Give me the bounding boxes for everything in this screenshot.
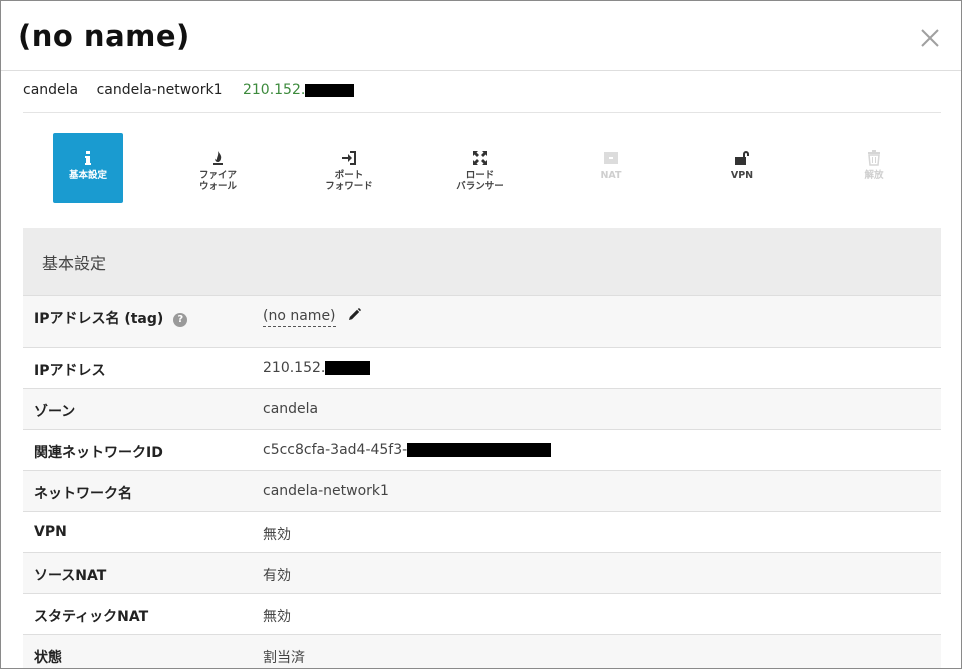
row-value: candela [263, 401, 319, 417]
dialog-header: (no name) [1, 1, 961, 71]
info-icon [85, 151, 91, 165]
expand-icon [473, 151, 487, 165]
row-value: c5cc8cfa-3ad4-45f3- [263, 442, 552, 458]
section-title: 基本設定 [42, 254, 107, 273]
table-row-ip-name: IPアドレス名 (tag)? (no name) [23, 295, 941, 347]
tab-port-forward[interactable]: ポート フォワード [314, 133, 384, 203]
summary-zone: candela [23, 82, 79, 98]
tab-label: VPN [730, 170, 754, 181]
trash-icon [868, 150, 880, 166]
ip-summary: candela candela-network1 210.152. [23, 82, 355, 102]
summary-ip: 210.152. [242, 82, 306, 98]
dialog-title: (no name) [18, 19, 190, 53]
row-label: IPアドレス名 (tag)? [34, 308, 188, 328]
section-header: 基本設定 [23, 228, 941, 295]
row-label: ソースNAT [34, 568, 107, 584]
tab-label: ファイア ウォール [198, 170, 237, 192]
table-row-state: 状態 割当済 [23, 634, 941, 668]
tab-nat[interactable]: NAT [576, 133, 646, 203]
redaction-block [407, 443, 552, 457]
redaction-block [325, 361, 371, 375]
tab-vpn[interactable]: VPN [707, 133, 777, 203]
row-label: ゾーン [34, 404, 76, 420]
redaction-block [305, 83, 355, 97]
pencil-icon[interactable] [348, 308, 361, 325]
table-row-static-nat: スタティックNAT 無効 [23, 593, 941, 634]
dialog: (no name) candela candela-network1 210.1… [0, 0, 962, 669]
row-value-text: c5cc8cfa-3ad4-45f3- [263, 442, 408, 458]
question-icon[interactable]: ? [173, 313, 188, 327]
table-row-ip-address: IPアドレス 210.152. [23, 347, 941, 388]
tab-label: ロード バランサー [456, 170, 504, 192]
unlock-icon [735, 151, 749, 165]
row-label: スタティックNAT [34, 609, 149, 625]
row-label: ネットワーク名 [34, 486, 132, 502]
square-icon [604, 152, 618, 164]
detail-table: IPアドレス名 (tag)? (no name) IPアドレス 210.152.… [23, 295, 941, 668]
tab-label: 基本設定 [68, 170, 107, 181]
sign-in-icon [342, 151, 356, 165]
table-row-network-id: 関連ネットワークID c5cc8cfa-3ad4-45f3- [23, 429, 941, 470]
tab-basic-settings[interactable]: 基本設定 [53, 133, 123, 203]
row-value: (no name) [263, 308, 361, 327]
close-button[interactable] [915, 23, 945, 53]
table-row-network-name: ネットワーク名 candela-network1 [23, 470, 941, 511]
row-label: 状態 [34, 650, 62, 666]
tab-label: 解放 [864, 170, 884, 181]
row-value: 210.152. [263, 360, 371, 376]
row-value: 無効 [263, 609, 291, 625]
row-label: 関連ネットワークID [34, 445, 163, 461]
ip-name-editable[interactable]: (no name) [263, 308, 336, 327]
row-value: 有効 [263, 568, 291, 584]
divider [23, 112, 941, 113]
row-label: IPアドレス [34, 363, 106, 379]
row-value: candela-network1 [263, 483, 389, 499]
pencil-svg [348, 308, 361, 320]
close-icon [921, 29, 939, 47]
table-row-zone: ゾーン candela [23, 388, 941, 429]
row-value: 割当済 [263, 650, 305, 666]
row-label-text: IPアドレス名 (tag) [34, 311, 164, 327]
tab-label: NAT [600, 170, 622, 181]
row-label: VPN [34, 524, 67, 540]
tab-label: ポート フォワード [325, 170, 373, 192]
tab-firewall[interactable]: ファイア ウォール [183, 133, 253, 203]
summary-network: candela-network1 [96, 82, 223, 98]
tab-bar: 基本設定 ファイア ウォール ポート フォワード ロード バランサー NAT V… [23, 133, 941, 205]
table-row-source-nat: ソースNAT 有効 [23, 552, 941, 593]
table-row-vpn: VPN 無効 [23, 511, 941, 552]
fire-icon [213, 151, 223, 165]
tab-load-balancer[interactable]: ロード バランサー [445, 133, 515, 203]
tab-release[interactable]: 解放 [839, 133, 909, 203]
row-value: 無効 [263, 527, 291, 543]
row-value-text: 210.152. [263, 360, 326, 376]
